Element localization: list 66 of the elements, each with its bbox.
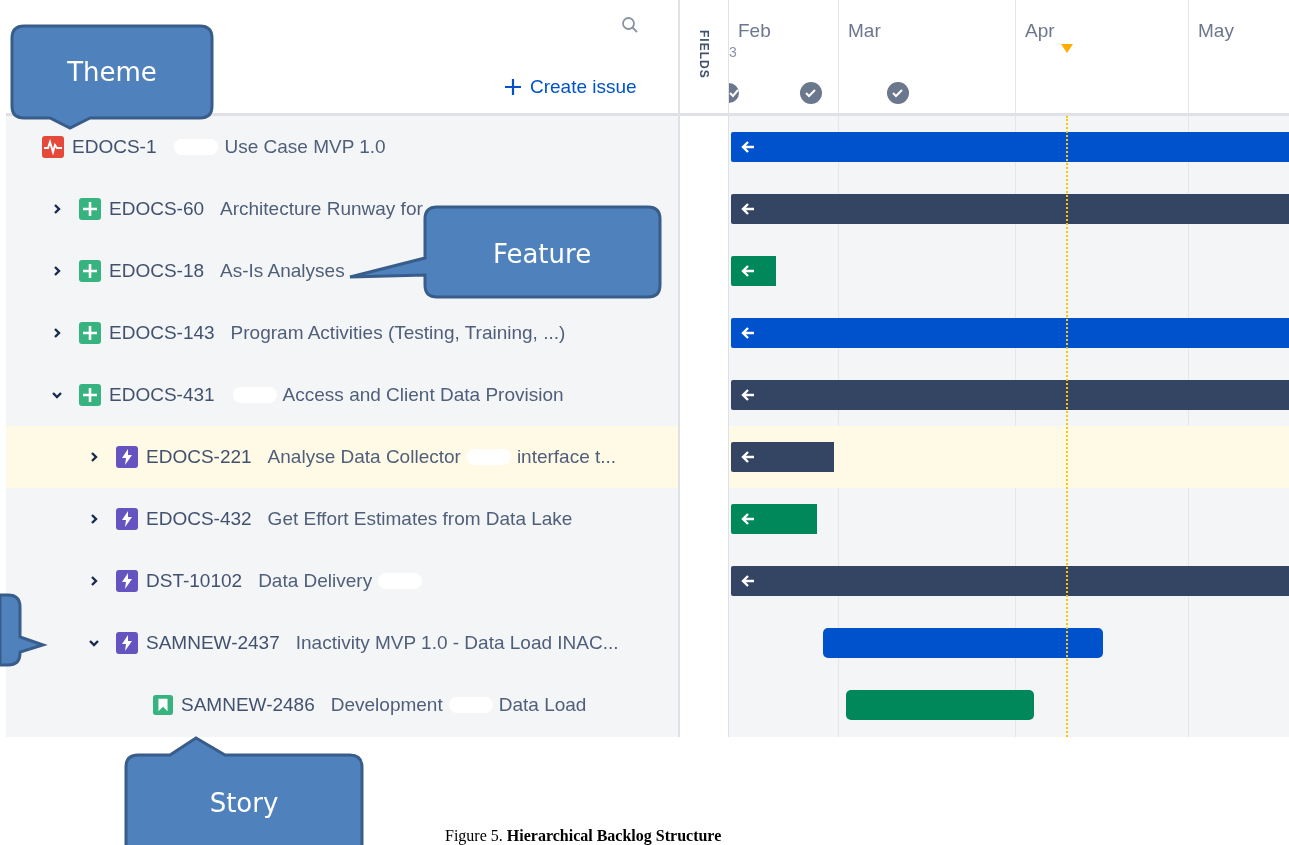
fields-label[interactable]: FIELDS bbox=[697, 30, 711, 79]
today-marker-icon bbox=[1061, 44, 1073, 53]
figure-caption: Figure 5. Hierarchical Backlog Structure bbox=[445, 827, 722, 845]
highlighted-row[interactable]: EDOCS-221 Analyse Data Collector interface t... bbox=[6, 426, 678, 488]
issue-key[interactable]: SAMNEW-2486 bbox=[181, 694, 315, 716]
month-label: May bbox=[1198, 20, 1235, 42]
create-issue-button[interactable]: Create issue bbox=[500, 74, 641, 100]
issue-title: Analyse Data Collector bbox=[267, 446, 461, 468]
chevron-down-icon[interactable] bbox=[88, 637, 100, 649]
issue-title: Get Effort Estimates from Data Lake bbox=[267, 508, 573, 530]
issue-title: Program Activities (Testing, Training, ...) bbox=[230, 322, 566, 344]
check-circle-icon[interactable] bbox=[887, 82, 909, 104]
issue-title: As-Is Analyses bbox=[220, 260, 345, 282]
issue-key[interactable]: SAMNEW-2437 bbox=[146, 632, 280, 654]
issue-title: Use Case MVP 1.0 bbox=[224, 136, 386, 158]
chevron-right-icon[interactable] bbox=[88, 575, 100, 587]
issue-title: Inactivity MVP 1.0 - Data Load INAC... bbox=[295, 632, 619, 654]
arrow-left-icon bbox=[741, 451, 755, 463]
check-circle-icon[interactable] bbox=[800, 82, 822, 104]
plus-icon bbox=[504, 78, 522, 96]
pulse-icon bbox=[42, 136, 64, 158]
callout-tooltip: Story bbox=[124, 736, 364, 845]
chevron-right-icon[interactable] bbox=[51, 203, 63, 215]
search-icon[interactable] bbox=[621, 16, 639, 34]
bookmark-icon bbox=[153, 695, 173, 715]
arrow-left-icon bbox=[741, 389, 755, 401]
issue-key[interactable]: EDOCS-18 bbox=[109, 260, 205, 282]
month-label: Feb bbox=[738, 20, 772, 42]
issue-key[interactable]: EDOCS-431 bbox=[109, 384, 215, 406]
arrow-left-icon bbox=[741, 327, 755, 339]
lightning-icon bbox=[116, 632, 138, 654]
issue-key[interactable]: DST-10102 bbox=[146, 570, 243, 592]
issue-key[interactable]: EDOCS-1 bbox=[72, 136, 157, 158]
lightning-icon bbox=[116, 446, 138, 468]
chevron-right-icon[interactable] bbox=[51, 265, 63, 277]
plus-square-icon bbox=[79, 260, 101, 282]
marker-count: 3 bbox=[729, 44, 738, 60]
issue-title: Data Load bbox=[498, 694, 587, 716]
arrow-left-icon bbox=[741, 203, 755, 215]
month-label: Mar bbox=[848, 20, 882, 42]
plus-square-icon bbox=[79, 198, 101, 220]
arrow-left-icon bbox=[741, 141, 755, 153]
issue-title: Development bbox=[330, 694, 443, 716]
issue-title: Access and Client Data Provision bbox=[282, 384, 564, 406]
chevron-right-icon[interactable] bbox=[88, 451, 100, 463]
issue-title: Data Delivery bbox=[258, 570, 373, 592]
chevron-down-icon[interactable] bbox=[51, 389, 63, 401]
redaction-mark bbox=[466, 449, 511, 465]
plus-square-icon bbox=[79, 384, 101, 406]
plus-square-icon bbox=[79, 322, 101, 344]
lightning-icon bbox=[116, 570, 138, 592]
chevron-right-icon[interactable] bbox=[51, 327, 63, 339]
issue-key[interactable]: EDOCS-60 bbox=[109, 198, 205, 220]
issue-key[interactable]: EDOCS-143 bbox=[109, 322, 215, 344]
arrow-left-icon bbox=[741, 575, 755, 587]
callout-tooltip: Theme bbox=[10, 24, 214, 130]
lightning-icon bbox=[116, 508, 138, 530]
issue-title: Architecture Runway for bbox=[220, 198, 423, 220]
timeline-bar[interactable] bbox=[731, 256, 776, 286]
chevron-right-icon[interactable] bbox=[88, 513, 100, 525]
month-label: Apr bbox=[1025, 20, 1056, 42]
issue-key[interactable]: EDOCS-221 bbox=[146, 446, 252, 468]
issue-title: interface t... bbox=[516, 446, 617, 468]
arrow-left-icon bbox=[741, 513, 755, 525]
arrow-left-icon bbox=[741, 265, 755, 277]
issue-key[interactable]: EDOCS-432 bbox=[146, 508, 252, 530]
